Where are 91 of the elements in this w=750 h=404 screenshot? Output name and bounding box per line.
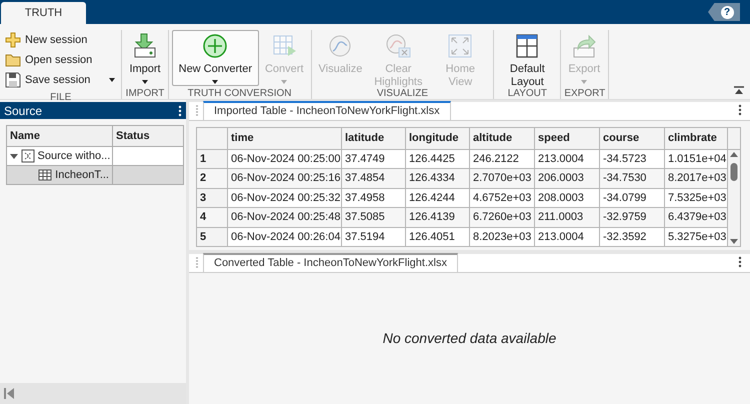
table-cell: 206.0003 [534,168,600,188]
table-cell: -32.3592 [600,227,664,246]
ribbon-button[interactable]: Save session [3,70,118,90]
table-cell: 06-Nov-2024 00:25:32 [228,188,342,208]
caret-icon [108,77,116,83]
tree-label: IncheonT... [55,168,109,183]
table-cell: 126.4051 [406,227,470,246]
table-cell: 246.2122 [470,150,534,169]
row-number: 5 [196,227,228,246]
empty-message: No converted data available [382,329,556,348]
table-cell: 37.4854 [342,168,406,188]
floppy-icon [5,72,21,88]
drag-handle-icon [193,256,201,268]
caret-icon [211,79,220,85]
table-cell: 8.2023e+03 [470,227,534,246]
panel-title: Source [4,102,42,120]
tree-row[interactable]: IncheonT... [6,166,112,184]
ribbon-button[interactable]: Open session [3,50,118,70]
table-cell: 37.5085 [342,208,406,228]
table-cell: 126.4425 [406,150,470,169]
more-options-icon [738,256,742,268]
column-header[interactable]: speed [534,128,600,150]
table-cell: 37.4749 [342,150,406,169]
ribbon-button[interactable]: New session [3,30,118,50]
table-cell: 213.0004 [534,150,600,169]
drag-handle-icon [193,104,201,116]
table-cell: 06-Nov-2024 00:25:16 [228,168,342,188]
table-cell: 06-Nov-2024 00:26:04 [228,227,342,246]
table-cell: 2.7070e+03 [470,168,534,188]
table-cell: 126.4334 [406,168,470,188]
column-header[interactable]: time [228,128,342,150]
panel-tab[interactable]: Converted Table - IncheonToNewYorkFlight.xlsx [203,253,458,272]
table-cell: -34.5723 [600,150,664,169]
more-options-icon [738,104,742,116]
table-cell: 6.7260e+03 [470,208,534,228]
collapse-ribbon-icon [734,86,744,95]
ribbon-button[interactable]: Import [125,30,165,86]
app-tab[interactable]: TRUTH [1,2,86,24]
table-cell: 126.4139 [406,208,470,228]
section-label: IMPORT [125,87,165,100]
tree-row[interactable]: Source witho... [6,146,112,166]
section-label: FILE [49,91,72,104]
panel-tab[interactable]: Imported Table - IncheonToNewYorkFlight.xlsx [203,101,451,120]
row-number: 3 [196,188,228,208]
table-cell: 211.0003 [534,208,600,228]
table-cell: 37.4958 [342,188,406,208]
table-cell: -34.7530 [600,168,664,188]
table-cell: 213.0004 [534,227,600,246]
column-header[interactable]: latitude [342,128,406,150]
help-button[interactable]: ? [708,3,740,21]
section-label: VISUALIZE [376,88,429,100]
expand-icon [446,32,474,60]
column-header[interactable]: Name [6,126,112,146]
table-cell: -32.9759 [600,208,664,228]
table-cell: 37.5194 [342,227,406,246]
section-label: TRUTH CONVERSION [186,87,293,100]
plus-icon [5,32,21,48]
ribbon-button[interactable]: New Converter [172,30,259,86]
table-cell: 06-Nov-2024 00:25:00 [228,150,342,169]
collapse-left-icon [4,388,14,399]
row-number: 1 [196,150,228,169]
table-cell: 06-Nov-2024 00:25:48 [228,208,342,228]
row-number: 4 [196,208,228,228]
table-cell: 5.3275e+03 [664,227,728,246]
more-options-icon [178,104,182,116]
add-circle-icon [201,32,230,60]
caret-icon [580,79,588,85]
column-header[interactable]: longitude [406,128,470,150]
table-cell: -34.0799 [600,188,664,208]
table-cell: 7.5325e+03 [664,188,728,208]
section-label: LAYOUT [506,88,548,100]
table-cell: 126.4244 [406,188,470,208]
caret-icon [141,79,150,85]
folder-icon [5,52,21,68]
source-icon [20,149,35,163]
table-cell: 208.0003 [534,188,600,208]
column-header[interactable]: altitude [470,128,534,150]
caret-icon [280,79,288,85]
table-cell: 8.2017e+03 [664,168,728,188]
ribbon-button[interactable]: Default Layout [497,30,558,86]
table-cell: 1.0151e+04 [664,150,728,169]
column-header[interactable]: Status [112,126,184,146]
tree-label: Source witho... [38,148,110,164]
clear-highlight-icon [384,32,412,60]
table-icon [38,168,52,182]
section-label: EXPORT [564,87,606,100]
table-cell: 6.4379e+03 [664,208,728,228]
row-number: 2 [196,168,228,188]
column-header[interactable]: course [600,128,664,150]
column-header[interactable]: climbrate [664,128,728,150]
table-cell: 4.6752e+03 [470,188,534,208]
